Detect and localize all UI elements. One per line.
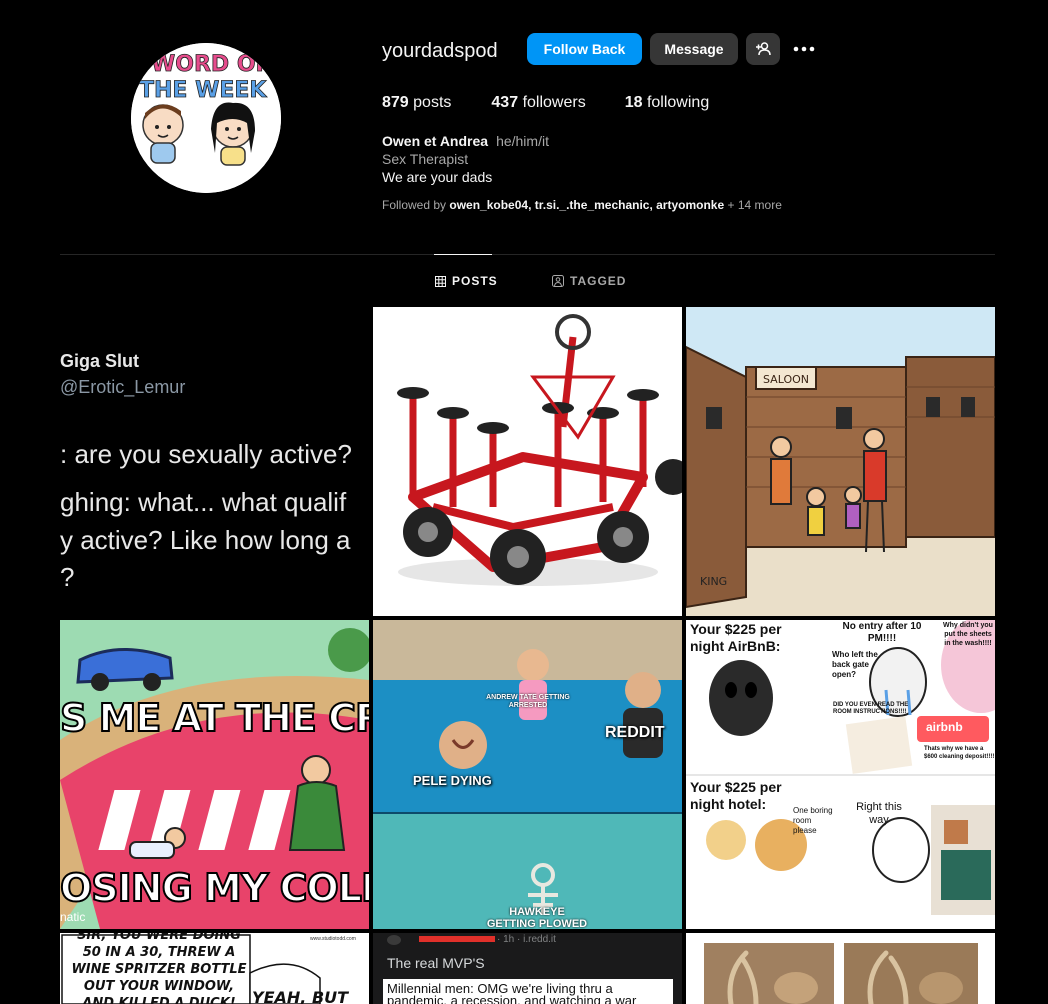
meme-bottom-text: OSING MY COLLIS xyxy=(60,865,369,911)
following-label: following xyxy=(646,94,710,111)
posts-stat: 879 posts xyxy=(382,93,451,113)
message-button[interactable]: Message xyxy=(650,33,738,65)
did-you-text: DID YOU EVEN READ THE ROOM INSTRUCTIONS!… xyxy=(833,702,909,715)
profile-full-name: Owen et Andrea xyxy=(382,133,489,149)
caption-hawkeye: HAWKEYE GETTING PLOWED xyxy=(486,906,588,929)
posts-count: 879 xyxy=(382,94,409,111)
caption-andrew-tate: ANDREW TATE GETTING ARRESTED xyxy=(486,694,570,709)
comic-line-1: SIR, YOU WERE DOING xyxy=(77,933,241,943)
tabs-divider xyxy=(60,254,995,255)
post-conference-bike[interactable] xyxy=(373,307,682,616)
comic-line-3: WINE SPRITZER BOTTLE xyxy=(71,962,247,977)
why-didnt-text: Why didn't you put the sheets in the was… xyxy=(943,622,993,647)
grid-icon xyxy=(435,275,446,287)
followers-label: followers xyxy=(522,94,586,111)
redacted-username xyxy=(419,936,495,942)
followers-stat[interactable]: 437 followers xyxy=(491,93,585,113)
tweet-line-2: ghing: what... what qualif xyxy=(60,487,347,517)
tweet-line-4: ? xyxy=(60,562,75,592)
hotel-title: Your $225 per night hotel: xyxy=(690,779,782,812)
airbnb-title: Your $225 per night AirBnB: xyxy=(690,621,782,654)
reddit-image-text: Millennial men: OMG we're living thru a … xyxy=(387,981,637,1004)
followers-count: 437 xyxy=(491,94,519,111)
post-pool-meme[interactable]: ANDREW TATE GETTING ARRESTED REDDIT PELE… xyxy=(373,620,682,929)
boring-room-text: One boring room please xyxy=(793,806,833,835)
profile-bio-text: We are your dads xyxy=(382,169,493,185)
profile-bio: Owen et Andrea he/him/it Sex Therapist We… xyxy=(382,132,549,186)
posts-label: posts xyxy=(413,94,452,111)
no-entry-text: No entry after 10 PM!!!! xyxy=(842,621,922,644)
profile-username: yourdadspod xyxy=(382,40,498,62)
reddit-image-card: Millennial men: OMG we're living thru a … xyxy=(383,979,673,1004)
active-tab-indicator xyxy=(434,254,492,255)
post-saloon-cartoon[interactable]: SALOON KING xyxy=(686,307,995,616)
caption-reddit: REDDIT xyxy=(605,724,665,741)
saloon-cartoon-image: SALOON KING xyxy=(686,307,995,616)
comic-line-2: 50 IN A 30, THREW A xyxy=(82,945,236,960)
tag-icon xyxy=(552,275,564,287)
airbnb-logo-text: airbnb xyxy=(926,720,963,734)
profile-pronouns: he/him/it xyxy=(496,133,549,149)
svg-text:WORD OF: WORD OF xyxy=(151,52,271,77)
comic-site-text: www.studiotodd.com xyxy=(310,936,356,942)
right-this-way-text: Right this way xyxy=(856,801,902,826)
conference-bike-image xyxy=(373,307,682,616)
tweet-line-3: y active? Like how long a xyxy=(60,525,351,555)
reddit-avatar xyxy=(387,935,401,945)
post-deer-photo[interactable] xyxy=(686,933,995,1004)
tweet-author-name: Giga Slut xyxy=(60,351,140,371)
post-airbnb-meme[interactable]: Your $225 per night AirBnB: No entry aft… xyxy=(686,620,995,929)
reddit-post-title: The real MVP'S xyxy=(387,955,485,971)
followed-by-users: owen_kobe04, tr.si._.the_mechanic, artyo… xyxy=(449,198,725,212)
tab-posts-label: POSTS xyxy=(452,274,498,288)
who-left-text: Who left the back gate open? xyxy=(832,650,878,679)
post-crossroads-meme[interactable]: S ME AT THE CROSSR OSING MY COLLIS natic xyxy=(60,620,369,929)
post-comic-cop[interactable]: SIR, YOU WERE DOING 50 IN A 30, THREW A … xyxy=(60,933,369,1004)
meme-corner-text: natic xyxy=(60,910,86,924)
tab-tagged[interactable]: TAGGED xyxy=(552,274,626,288)
avatar-illustration: WORD OF THE WEEK xyxy=(131,43,281,193)
cleaning-deposit-text: Thats why we have a $600 cleaning deposi… xyxy=(924,746,995,760)
reddit-post-meta: · 1h · i.redd.it xyxy=(497,934,556,945)
post-tweet-screenshot[interactable]: Giga Slut @Erotic_Lemur : are you sexual… xyxy=(60,307,369,616)
following-count: 18 xyxy=(624,94,643,111)
profile-stats: 879 posts 437 followers 18 following xyxy=(382,93,709,113)
caption-pele-dying: PELE DYING xyxy=(413,773,492,788)
svg-text:THE WEEK: THE WEEK xyxy=(139,78,267,103)
add-person-icon xyxy=(756,42,771,56)
saloon-sign: SALOON xyxy=(763,373,809,386)
tab-tagged-label: TAGGED xyxy=(570,274,627,288)
profile-avatar[interactable]: WORD OF THE WEEK xyxy=(131,43,281,193)
tweet-author-handle: @Erotic_Lemur xyxy=(60,377,186,397)
comic-line-5: AND KILLED A DUCK! xyxy=(82,996,236,1004)
follow-back-button[interactable]: Follow Back xyxy=(527,33,642,65)
cartoon-signature: KING xyxy=(700,575,727,588)
profile-category: Sex Therapist xyxy=(382,151,469,167)
more-dots-icon xyxy=(793,46,815,52)
suggested-accounts-button[interactable] xyxy=(746,33,780,65)
comic-line-4: OUT YOUR WINDOW, xyxy=(83,979,235,994)
meme-top-text: S ME AT THE CROSSR xyxy=(60,695,369,741)
comic-speech-bubble: SIR, YOU WERE DOING 50 IN A 30, THREW A … xyxy=(64,933,254,1004)
following-stat[interactable]: 18 following xyxy=(625,93,710,113)
more-options-button[interactable] xyxy=(788,33,820,65)
deer-photo-image xyxy=(686,933,995,1004)
followed-by-more: + 14 more xyxy=(727,198,782,212)
tab-posts[interactable]: POSTS xyxy=(435,274,498,288)
followed-by[interactable]: Followed by owen_kobe04, tr.si._.the_mec… xyxy=(382,198,782,212)
comic-yeah-text: YEAH, BUT xyxy=(252,988,349,1004)
followed-by-prefix: Followed by xyxy=(382,198,447,212)
tweet-line-1: : are you sexually active? xyxy=(60,439,352,469)
post-reddit-screenshot[interactable]: · 1h · i.redd.it The real MVP'S Millenni… xyxy=(373,933,682,1004)
